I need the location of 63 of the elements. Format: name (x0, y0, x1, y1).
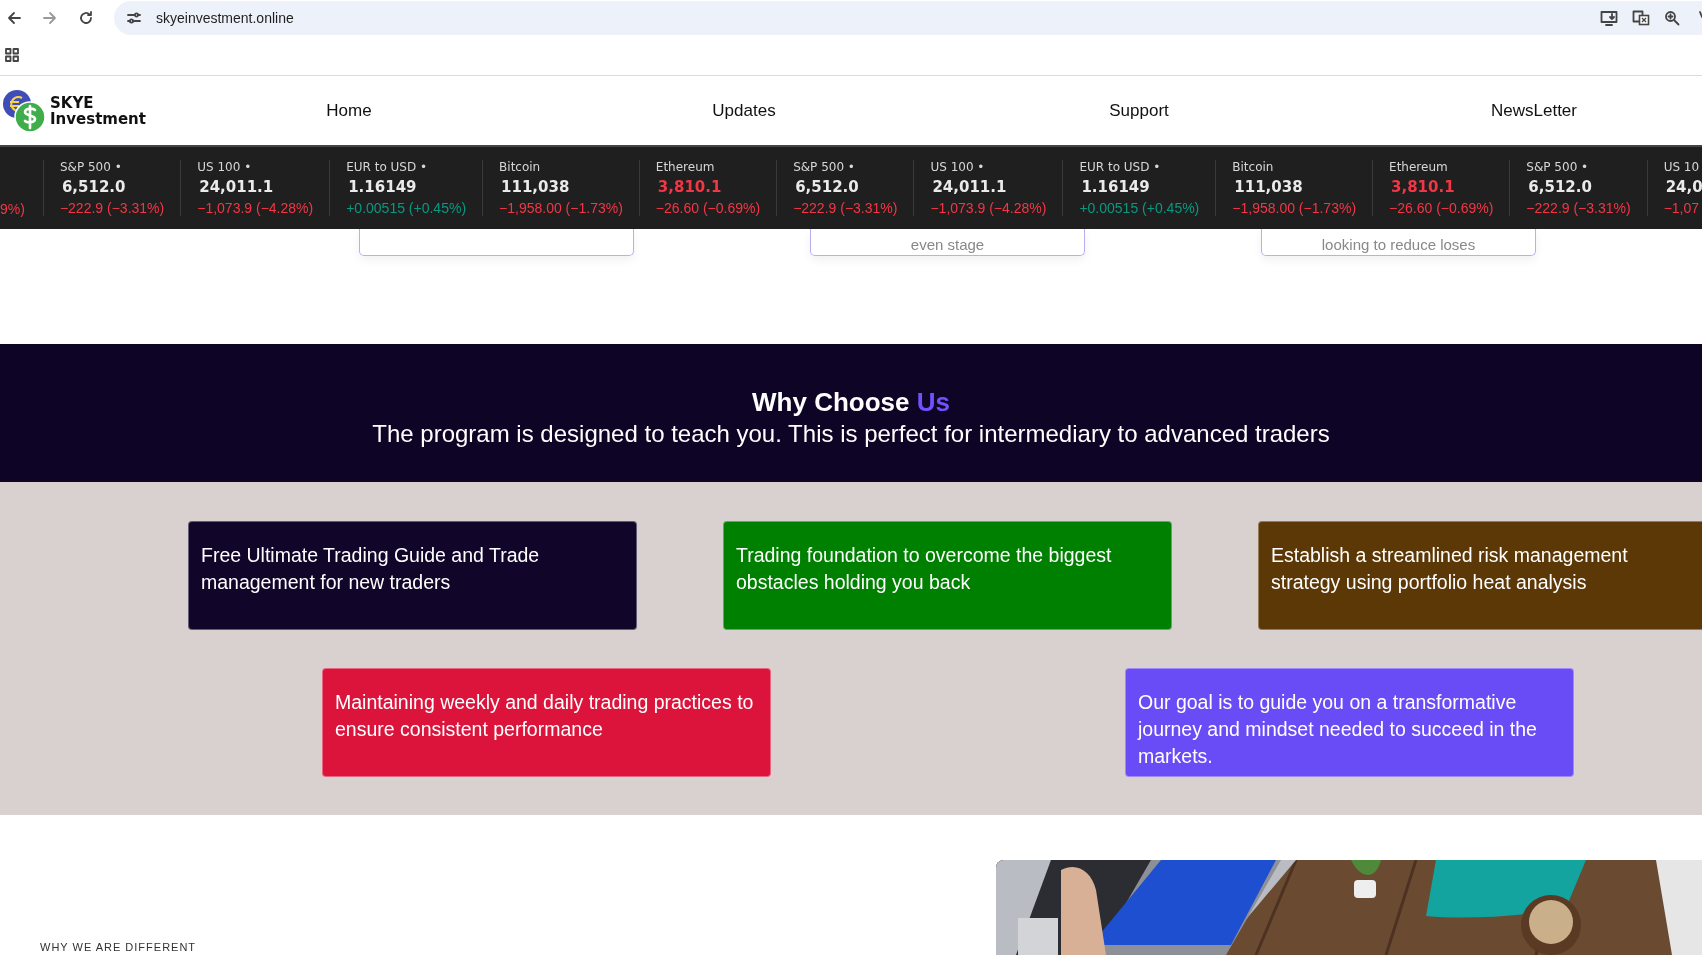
ticker-name[interactable]: US 100 • (930, 160, 1047, 174)
translate-icon[interactable] (1632, 9, 1650, 26)
ticker-name[interactable]: US 10 (1663, 160, 1702, 174)
ticker-change: +0.00515 (+0.45%) (346, 200, 467, 216)
install-icon[interactable] (1600, 9, 1618, 26)
ticker-price: 6,512.0 (60, 178, 127, 196)
forward-icon[interactable] (42, 9, 58, 26)
ticker-change: −26.60 (−0.69%) (1389, 200, 1494, 216)
ticker-change: −1,073.9 (−4.28%) (197, 200, 314, 216)
ticker-change: 9%) (0, 201, 25, 217)
address-bar[interactable]: skyeinvestment.online (114, 0, 1702, 35)
ticker-name[interactable]: S&P 500 • (1526, 160, 1631, 174)
nav-link[interactable]: NewsLetter (1434, 100, 1634, 121)
feature-card: Maintaining weekly and daily trading practices to ensure consistent performance (322, 668, 771, 777)
ticker-change: +0.00515 (+0.45%) (1079, 200, 1200, 216)
ticker-name[interactable]: US 100 • (197, 160, 314, 174)
ticker-name[interactable]: Bitcoin (499, 160, 623, 174)
ticker-price: 111,038 (1233, 178, 1304, 196)
reload-icon[interactable] (78, 9, 94, 26)
brand-name: Investment (50, 110, 146, 127)
section-title: Why Choose Us (752, 386, 950, 418)
card-text: looking to reduce loses (1321, 236, 1476, 255)
ticker-name[interactable]: EUR to USD • (1079, 160, 1200, 174)
ticker-price: 24,011.1 (931, 178, 1008, 196)
feature-card: Free Ultimate Trading Guide and Trade management for new traders (188, 521, 637, 630)
nav-link[interactable]: Home (249, 100, 449, 121)
ticker-change: −222.9 (−3.31%) (59, 200, 165, 216)
feature-card: Trading foundation to overcome the biggest obstacles holding you back (723, 521, 1172, 630)
ticker-name[interactable]: Ethereum (1389, 160, 1494, 174)
ticker-price: 6,512.0 (1527, 178, 1593, 196)
ticker-price: 111,038 (500, 178, 571, 196)
card-text: even stage (910, 236, 985, 255)
nav-link[interactable]: Support (1039, 100, 1239, 121)
ticker-price: 3,810.1 (656, 178, 723, 196)
ticker-price: 1.16149 (347, 178, 418, 196)
section-subtitle: The program is designed to teach you. This is perfect for intermediary to advanced traders (372, 419, 1330, 448)
ticker-change: −26.60 (−0.69%) (655, 200, 761, 216)
feature-card: Our goal is to guide you on a transformative journey and mindset needed to succeed in the markets. (1125, 668, 1574, 777)
url-text: skyeinvestment.online (156, 9, 294, 26)
ticker-change: −1,958.00 (−1.73%) (499, 200, 623, 216)
ticker-price: 24,011.1 (198, 178, 275, 196)
ticker-name[interactable]: S&P 500 • (793, 160, 898, 174)
ticker-price: 24,0 (1664, 178, 1702, 196)
nav-link[interactable]: Updates (644, 100, 844, 121)
ticker-price: 3,810.1 (1390, 178, 1456, 196)
ticker-change: −1,07 (1663, 200, 1701, 216)
ticker-price: 6,512.0 (794, 178, 860, 196)
ticker-name[interactable]: EUR to USD • (346, 160, 467, 174)
brand-name: SKYE (50, 94, 95, 111)
coins-logo-icon[interactable] (2, 88, 46, 133)
ticker-name[interactable]: Ethereum (655, 160, 761, 174)
ticker-name[interactable]: Bitcoin (1232, 160, 1357, 174)
ticker-change: −1,958.00 (−1.73%) (1232, 200, 1357, 216)
ticker-change: −222.9 (−3.31%) (1526, 200, 1631, 216)
ticker-price: 1.16149 (1080, 178, 1151, 196)
zoom-icon[interactable] (1664, 9, 1680, 26)
feature-card: Establish a streamlined risk management strategy using portfolio heat analysis (1258, 521, 1702, 630)
ticker-change: −1,073.9 (−4.28%) (930, 200, 1047, 216)
back-icon[interactable] (6, 9, 22, 26)
apps-grid-icon[interactable] (5, 48, 19, 62)
ticker-change: −222.9 (−3.31%) (793, 200, 898, 216)
section-eyebrow: WHY WE ARE DIFFERENT (40, 941, 197, 953)
ticker-name[interactable]: S&P 500 • (59, 160, 165, 174)
